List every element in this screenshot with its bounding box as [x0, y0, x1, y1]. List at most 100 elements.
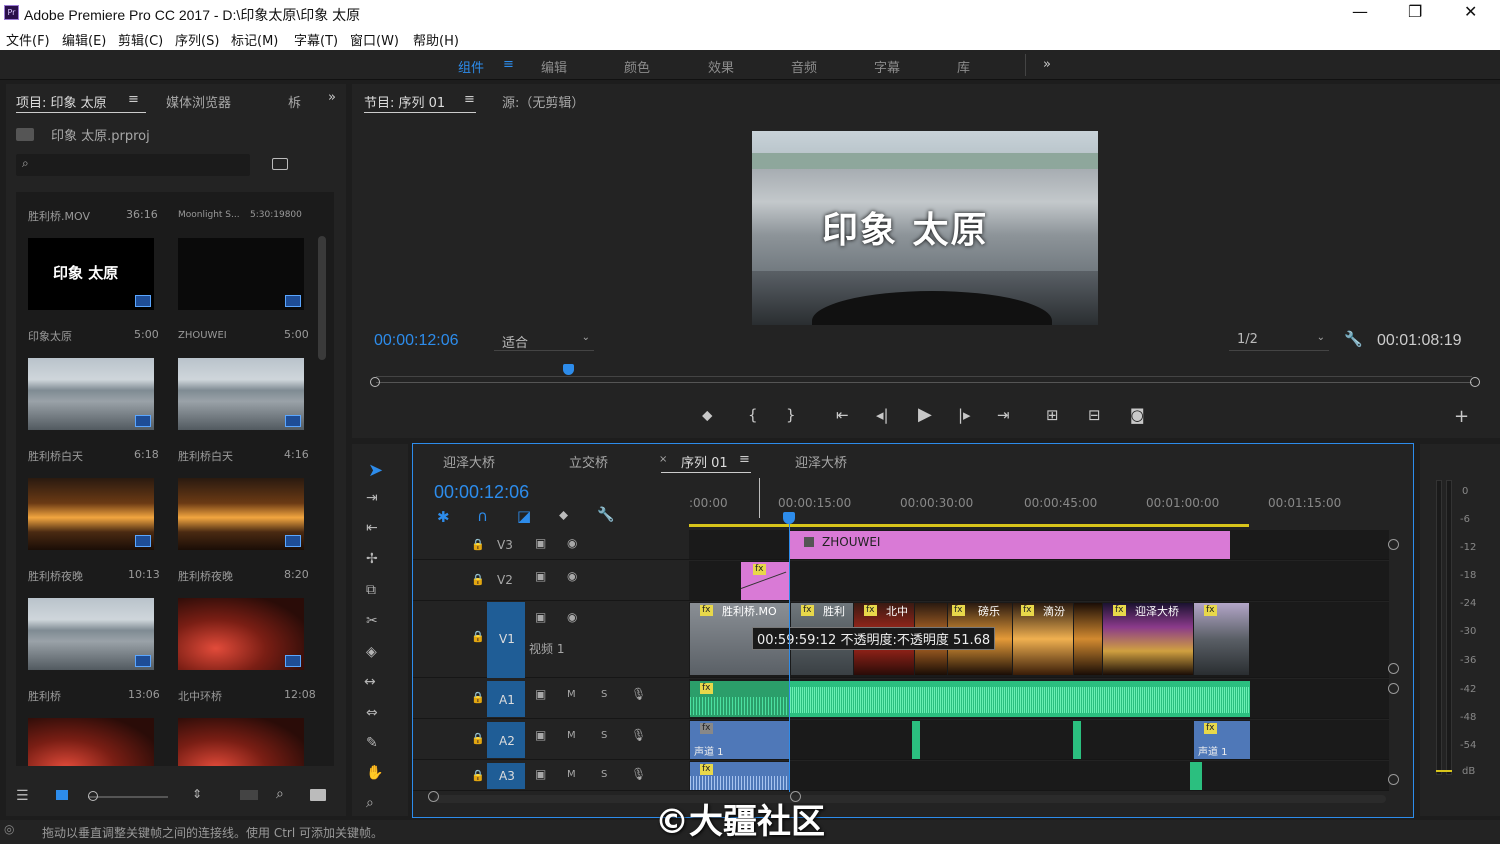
go-to-out-button[interactable]: ⇥ [997, 406, 1010, 424]
lift-button[interactable]: ⊞ [1046, 406, 1059, 424]
sync-lock-icon[interactable]: ▣ [535, 610, 546, 624]
sync-lock-icon[interactable]: ▣ [535, 687, 546, 701]
snap-magnet-icon[interactable]: ∩ [477, 507, 488, 525]
zoom-tool-icon[interactable]: ⌕ [366, 795, 374, 811]
track-content-v2[interactable] [689, 561, 1389, 601]
panel-menu-icon[interactable]: ≡ [464, 92, 475, 107]
lock-icon[interactable]: 🔒 [471, 573, 485, 586]
new-bin-icon[interactable] [310, 789, 326, 801]
workspace-color[interactable]: 颜色 [624, 57, 650, 76]
slide-alt-tool-icon[interactable]: ⇔ [366, 705, 378, 721]
timeline-ruler[interactable]: :00:00 00:00:15:00 00:00:30:00 00:00:45:… [689, 492, 1389, 528]
rate-stretch-tool-icon[interactable]: ⧉ [366, 582, 376, 598]
mute-button[interactable]: M [567, 769, 576, 780]
clip-a1-1[interactable]: fx [690, 681, 789, 717]
mark-in-button[interactable]: { [748, 406, 758, 424]
thumbnail-zhouwei[interactable] [178, 238, 304, 310]
clip-a2-sliver[interactable] [912, 721, 920, 759]
minimize-button[interactable]: — [1352, 2, 1368, 21]
solo-button[interactable]: S [601, 689, 607, 700]
workspace-titles[interactable]: 字幕 [874, 57, 900, 76]
tab-truncated[interactable]: 柝 [288, 92, 301, 111]
clip-a3-1[interactable]: fx [690, 762, 789, 790]
timeline-playhead[interactable] [789, 518, 790, 792]
tab-sequence-01[interactable]: 序列 01 [681, 452, 728, 471]
menu-title[interactable]: 字幕(T) [294, 30, 338, 49]
timeline-timecode[interactable]: 00:00:12:06 [434, 482, 529, 503]
eye-icon[interactable]: ◉ [567, 569, 577, 583]
thumbnail-arch[interactable] [28, 718, 154, 766]
workspace-assembly[interactable]: 组件 [458, 57, 484, 76]
microphone-icon[interactable]: 🎙 [631, 767, 646, 781]
microphone-icon[interactable]: 🎙 [631, 728, 646, 742]
thumbnail-north-ring-bridge[interactable] [178, 598, 304, 670]
razor-tool-icon[interactable]: ✂ [366, 613, 378, 629]
button-editor-plus-icon[interactable]: + [1454, 406, 1469, 427]
menu-edit[interactable]: 编辑(E) [62, 30, 106, 49]
restore-button[interactable]: ❐ [1408, 2, 1422, 21]
panel-more-icon[interactable]: » [328, 90, 336, 105]
step-forward-button[interactable]: |▸ [958, 406, 971, 424]
clip-v2-title[interactable]: fx [741, 562, 789, 600]
clip-v1-6[interactable]: fx 滴汾 [1013, 603, 1073, 675]
track-content-a2[interactable] [689, 720, 1389, 760]
close-tab-icon[interactable]: × [659, 454, 667, 465]
thumbnail-bridge-night[interactable] [28, 478, 154, 550]
track-header-a3[interactable]: 🔒 A3 ▣ M S 🎙 [413, 761, 689, 791]
timeline-horizontal-scrollbar[interactable] [434, 795, 1386, 803]
zoom-slider-handle[interactable] [88, 791, 98, 801]
tab-program[interactable]: 节目: 序列 01 [364, 92, 445, 111]
lock-icon[interactable]: 🔒 [471, 630, 485, 643]
sync-lock-icon[interactable]: ▣ [535, 569, 546, 583]
search-input[interactable]: ⌕ [16, 154, 250, 176]
workspace-menu-icon[interactable]: ≡ [503, 57, 514, 72]
menu-help[interactable]: 帮助(H) [413, 30, 459, 49]
clip-a2-2[interactable]: fx 声道 1 [1194, 721, 1250, 759]
track-scroll-handle[interactable] [1388, 683, 1399, 694]
go-to-in-button[interactable]: ⇤ [836, 406, 849, 424]
clip-v1-9[interactable]: fx [1194, 603, 1249, 675]
program-scrub-ruler[interactable] [370, 364, 1480, 394]
clip-v1-8[interactable]: fx 迎泽大桥 [1103, 603, 1193, 675]
workspace-libraries[interactable]: 库 [957, 57, 970, 76]
linked-selection-icon[interactable]: ◪ [517, 507, 531, 525]
track-header-a2[interactable]: 🔒 A2 ▣ M S 🎙 [413, 720, 689, 760]
icon-view-icon[interactable] [56, 790, 68, 800]
workspace-more-icon[interactable]: » [1043, 57, 1051, 72]
mute-button[interactable]: M [567, 730, 576, 741]
track-header-v2[interactable]: 🔒 V2 ▣ ◉ [413, 561, 689, 601]
track-content-a3[interactable] [689, 761, 1389, 791]
clip-a3-sliver[interactable] [1190, 762, 1202, 790]
lock-icon[interactable]: 🔒 [471, 769, 485, 782]
add-marker-button[interactable]: ⬥ [702, 406, 713, 424]
thumbnail-bridge-day[interactable] [28, 358, 154, 430]
workspace-effects[interactable]: 效果 [708, 57, 734, 76]
fit-dropdown[interactable]: 适合 ⌄ [494, 331, 594, 351]
ripple-edit-tool-icon[interactable]: ⇤ [366, 520, 378, 536]
program-playhead[interactable] [562, 364, 574, 375]
sync-lock-icon[interactable]: ▣ [535, 728, 546, 742]
hand-tool-icon[interactable]: ✋ [366, 765, 383, 781]
menu-file[interactable]: 文件(F) [6, 30, 50, 49]
panel-menu-icon[interactable]: ≡ [739, 452, 750, 467]
clip-v1-7[interactable] [1074, 603, 1102, 675]
mute-button[interactable]: M [567, 689, 576, 700]
new-bin-from-search-icon[interactable] [272, 158, 288, 170]
scrub-end-handle[interactable] [1470, 377, 1480, 387]
track-header-v3[interactable]: 🔒 V3 ▣ ◉ [413, 530, 689, 560]
find-icon[interactable]: ⌕ [276, 786, 284, 802]
tab-project[interactable]: 项目: 印象 太原 [16, 92, 107, 111]
eye-icon[interactable]: ◉ [567, 610, 577, 624]
sort-icon[interactable]: ⇕ [192, 787, 202, 801]
clip-a2-sliver[interactable] [1073, 721, 1081, 759]
tab-source[interactable]: 源:（无剪辑） [502, 92, 584, 111]
lock-icon[interactable]: 🔒 [471, 538, 485, 551]
workspace-editing[interactable]: 编辑 [541, 57, 567, 76]
extract-button[interactable]: ⊟ [1088, 406, 1101, 424]
play-button[interactable]: ▶ [918, 404, 932, 425]
close-button[interactable]: ✕ [1464, 2, 1477, 21]
automate-icon[interactable] [240, 790, 258, 800]
resolution-dropdown[interactable]: 1/2 ⌄ [1229, 331, 1329, 351]
thumbnail-title-card[interactable]: 印象 太原 [28, 238, 154, 310]
selection-tool-icon[interactable]: ➤ [368, 460, 383, 481]
